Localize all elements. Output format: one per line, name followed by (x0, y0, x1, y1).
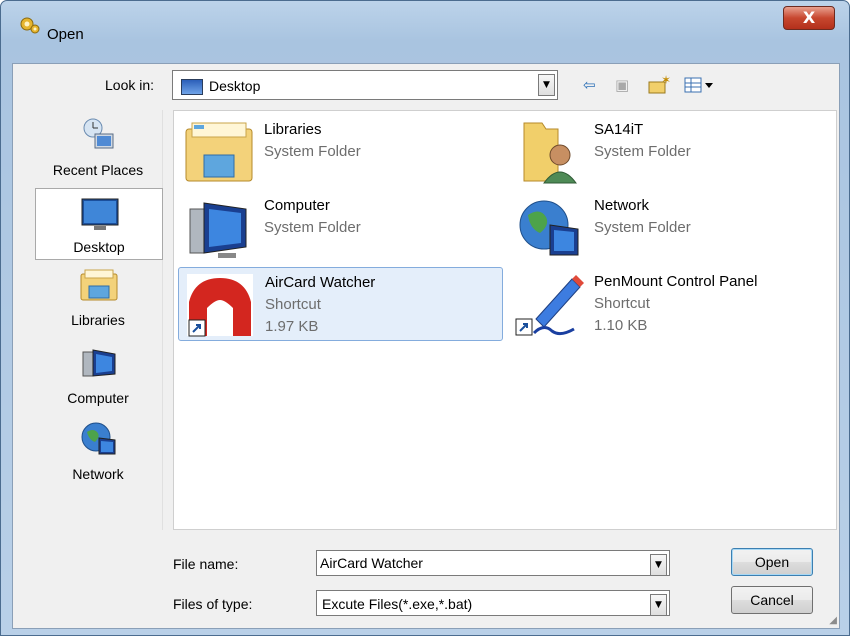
file-type: System Folder (594, 143, 691, 160)
user-folder-icon (523, 122, 577, 184)
desktop-icon (81, 198, 119, 230)
file-type-dropdown[interactable]: Excute Files(*.exe,*.bat) ▼ (316, 590, 670, 616)
svg-text:✶: ✶ (661, 74, 671, 87)
place-computer[interactable]: Computer (35, 338, 163, 410)
chevron-down-icon[interactable]: ▼ (650, 554, 667, 576)
desktop-icon (181, 79, 203, 95)
file-name: Computer (264, 197, 330, 214)
new-folder-icon[interactable]: ✶ (647, 74, 671, 96)
file-name-label: File name: (173, 556, 239, 572)
file-type-label: Files of type: (173, 596, 253, 612)
place-label: Network (72, 466, 124, 482)
close-button[interactable]: X (783, 6, 835, 30)
computer-icon (82, 349, 116, 377)
place-desktop[interactable]: Desktop (35, 188, 163, 260)
place-libraries[interactable]: Libraries (35, 260, 163, 332)
views-menu-icon[interactable] (683, 74, 717, 96)
file-name: AirCard Watcher (265, 274, 376, 291)
libraries-folder-icon (185, 122, 253, 182)
places-bar: Recent Places Desktop Libraries Computer… (35, 110, 163, 530)
list-item[interactable]: Computer System Folder (178, 191, 503, 265)
penmount-shortcut-icon (515, 275, 584, 336)
file-list[interactable]: Libraries System Folder SA14iT System Fo… (173, 110, 837, 530)
look-in-label: Look in: (105, 77, 155, 93)
look-in-dropdown[interactable]: Desktop ▼ (172, 70, 558, 100)
app-gear-icon (20, 17, 40, 34)
list-item[interactable]: Network System Folder (508, 191, 833, 265)
up-folder-icon[interactable]: ▣ (615, 74, 629, 96)
recent-places-icon (83, 118, 114, 149)
list-item[interactable]: AirCard Watcher Shortcut 1.97 KB (178, 267, 503, 341)
place-label: Desktop (73, 239, 125, 255)
file-type: Shortcut (265, 296, 321, 313)
file-name: PenMount Control Panel (594, 273, 758, 290)
file-name: Network (594, 197, 650, 214)
file-name-combo[interactable]: ▼ (316, 550, 670, 576)
dialog-body: Look in: Desktop ▼ ⇦ ▣ ✶ Recent Places D… (12, 63, 840, 629)
computer-icon (189, 202, 247, 258)
chevron-down-icon[interactable]: ▼ (538, 74, 555, 96)
chevron-down-icon[interactable]: ▼ (650, 594, 667, 616)
file-type-value: Excute Files(*.exe,*.bat) (322, 596, 473, 612)
open-dialog: Open X Look in: Desktop ▼ ⇦ ▣ ✶ Recent P… (0, 0, 850, 636)
place-label: Libraries (71, 312, 125, 328)
aircard-watcher-shortcut-icon (187, 274, 253, 337)
place-label: Computer (67, 390, 129, 406)
libraries-icon (80, 269, 118, 301)
file-type: System Folder (264, 219, 361, 236)
look-in-value: Desktop (209, 78, 261, 94)
file-size: 1.10 KB (594, 317, 648, 334)
close-icon: X (802, 8, 816, 27)
file-name: SA14iT (594, 121, 644, 138)
file-type: System Folder (264, 143, 361, 160)
resize-grip-icon[interactable]: ◢ (829, 615, 837, 626)
title-bar[interactable]: Open X (1, 1, 849, 43)
network-icon (519, 200, 579, 256)
list-item[interactable]: SA14iT System Folder (508, 115, 833, 189)
file-type: System Folder (594, 219, 691, 236)
file-size: 1.97 KB (265, 318, 319, 335)
open-button[interactable]: Open (731, 548, 813, 576)
back-arrow-icon[interactable]: ⇦ (583, 74, 596, 96)
file-name: Libraries (264, 121, 322, 138)
list-item[interactable]: PenMount Control Panel Shortcut 1.10 KB (508, 267, 833, 341)
file-type: Shortcut (594, 295, 650, 312)
cancel-button[interactable]: Cancel (731, 586, 813, 614)
place-network[interactable]: Network (35, 414, 163, 486)
network-icon (81, 422, 116, 455)
window-title: Open (47, 26, 84, 43)
file-name-input[interactable] (320, 553, 645, 573)
place-recent-places[interactable]: Recent Places (35, 110, 163, 182)
place-label: Recent Places (52, 162, 144, 178)
list-item[interactable]: Libraries System Folder (178, 115, 503, 189)
